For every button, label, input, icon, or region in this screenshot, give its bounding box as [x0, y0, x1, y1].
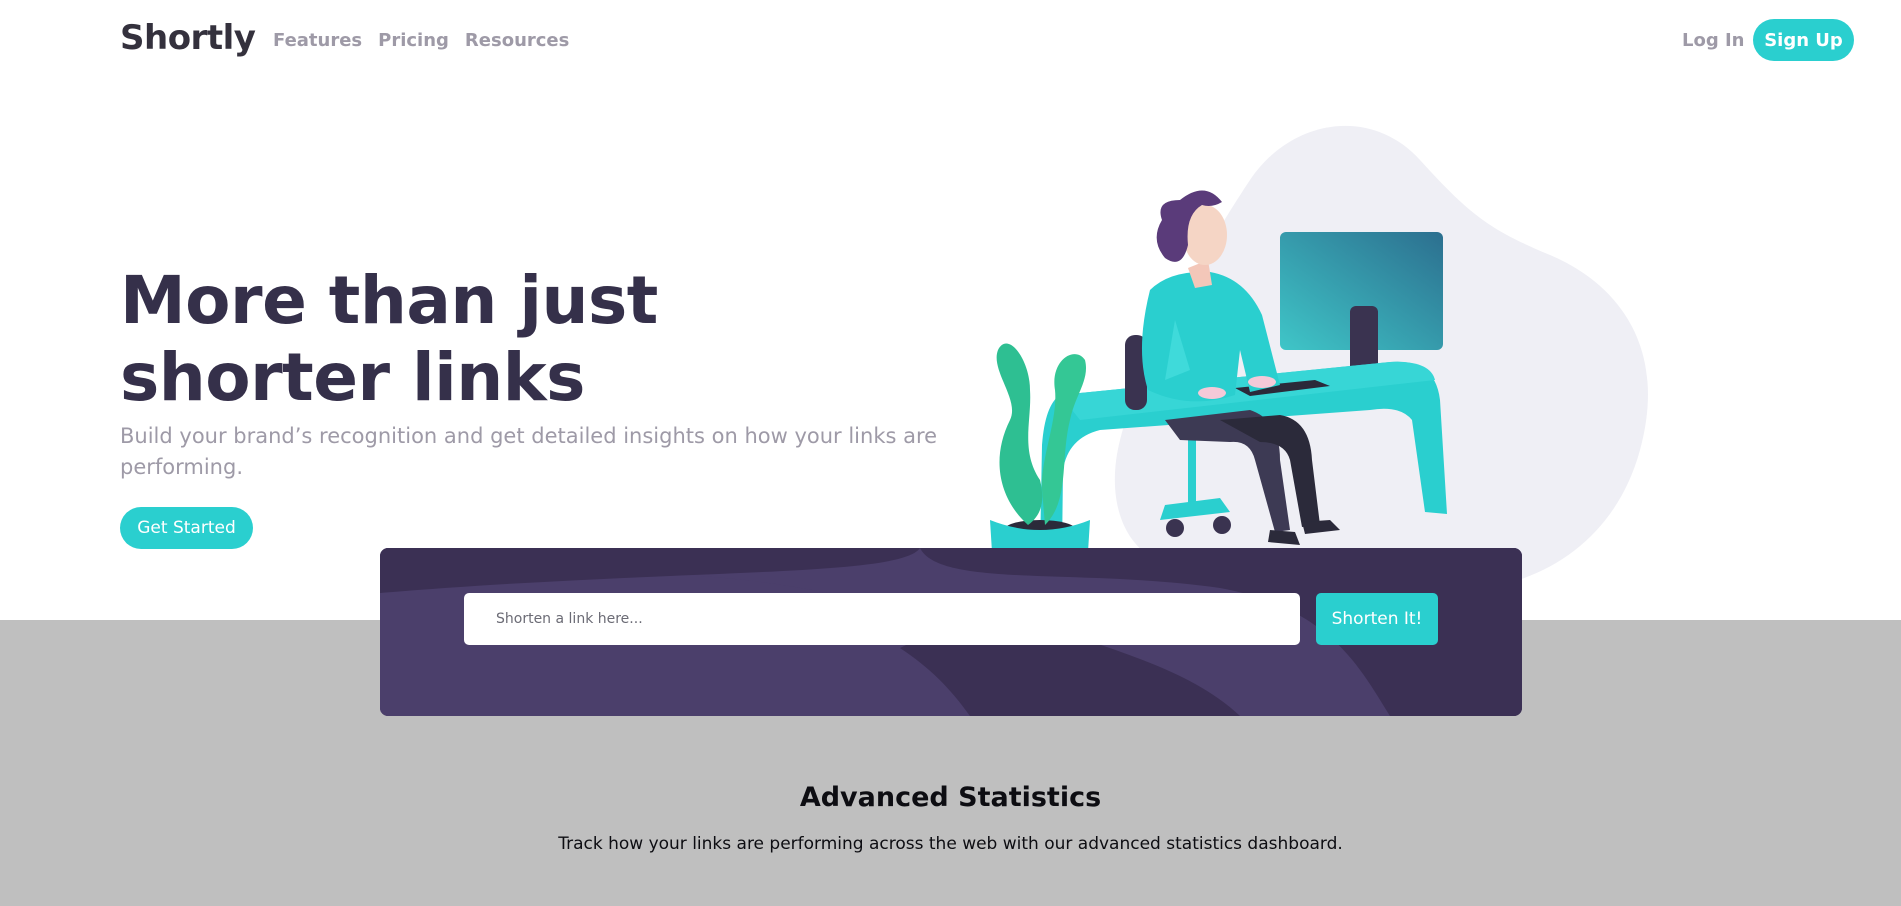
- main-nav: Features Pricing Resources: [273, 30, 569, 51]
- nav-features-link[interactable]: Features: [273, 30, 362, 51]
- shorten-form: Shorten It!: [380, 548, 1522, 716]
- login-link[interactable]: Log In: [1682, 30, 1745, 51]
- statistics-description: Track how your links are performing acro…: [558, 834, 1343, 854]
- shorten-url-input[interactable]: [464, 593, 1300, 645]
- hero-title: More than just shorter links: [120, 262, 658, 416]
- logo[interactable]: Shortly: [120, 18, 256, 58]
- shorten-button[interactable]: Shorten It!: [1316, 593, 1438, 645]
- hero-subtitle: Build your brand’s recognition and get d…: [120, 424, 938, 479]
- signup-button[interactable]: Sign Up: [1753, 19, 1854, 61]
- person-working-illustration: [990, 125, 1648, 592]
- nav-pricing-link[interactable]: Pricing: [378, 30, 449, 51]
- nav-resources-link[interactable]: Resources: [465, 30, 569, 51]
- site-header: Shortly Features Pricing Resources Log I…: [0, 0, 1901, 82]
- statistics-title: Advanced Statistics: [799, 782, 1102, 813]
- get-started-button[interactable]: Get Started: [120, 507, 253, 549]
